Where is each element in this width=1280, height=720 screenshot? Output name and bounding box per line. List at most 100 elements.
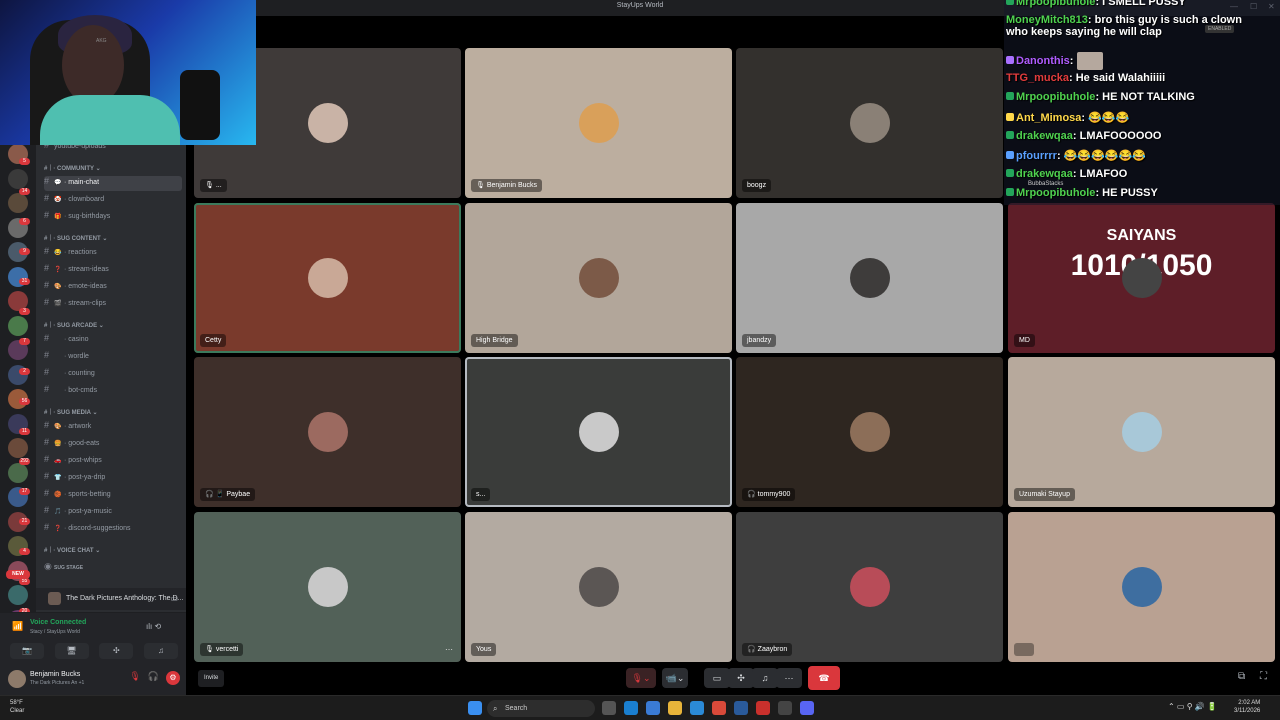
gear-icon[interactable]: ⚙ [166,671,180,685]
channel-item[interactable]: # 🎨 · artwork [44,420,182,435]
server-mention-badge: 9 [19,248,30,255]
soundboard-toggle-button[interactable]: ♫ [752,668,778,688]
channel-item[interactable]: # ❓ · discord-suggestions [44,522,182,537]
server-icon[interactable] [8,438,28,458]
discord-icon[interactable] [800,701,814,715]
hash-icon: # [44,505,50,515]
category-header[interactable]: #｜· SUG ARCADE ⌄ [44,320,104,329]
mute-toggle-button[interactable]: 🎙⌄ [626,668,656,688]
channel-item[interactable]: # · casino [44,333,182,348]
channel-item[interactable]: # 😂 · reactions [44,246,182,261]
participant-tile[interactable]: 🎙 vercetti ⋯ [194,512,461,662]
clock[interactable]: 2:02 AM 3/11/2026 [1234,699,1260,715]
activities-button[interactable]: ✣ [99,643,134,659]
edge-icon[interactable] [624,701,638,715]
server-icon[interactable] [8,585,28,605]
participant-tile[interactable]: Yous [465,512,732,662]
stage-channel[interactable]: ◉ SUG STAGE [44,561,182,576]
start-icon[interactable] [468,701,482,715]
participant-tile[interactable]: 🎙 Benjamin Bucks [465,48,732,198]
voice-connection-panel: 📶 Voice Connected Stacy / StayUps World … [0,612,186,664]
stream-chat-overlay: Mrpoopibuhole: I SMELL PUSSY MoneyMitch81… [1004,0,1280,205]
channel-item[interactable]: # 🍔 · good-eats [44,437,182,452]
camera-button[interactable]: 📷 [10,643,44,659]
avatar [1121,258,1162,298]
chrome-icon[interactable] [712,701,726,715]
activity-status[interactable]: The Dark Pictures Anthology: The D... ▭ [36,588,186,610]
taskbar-search[interactable]: ⌕ Search [487,700,595,717]
voice-channel[interactable]: Stacy / StayUps World [30,629,80,635]
channel-item[interactable]: # 🎨 · emote-ideas [44,280,182,295]
chat-message: Mrpoopibuhole: HE NOT TALKING [1006,91,1195,103]
activities-toggle-button[interactable]: ✣ [728,668,754,688]
avatar [849,567,890,607]
game-icon [48,592,61,605]
obs-icon[interactable] [778,701,792,715]
channel-item[interactable]: # 🏀 · sports-betting [44,488,182,503]
server-icon[interactable] [8,315,28,336]
app-icon[interactable] [646,701,660,715]
steam-icon[interactable] [734,701,748,715]
popout-icon[interactable]: ⧉ [1238,671,1245,682]
channel-item[interactable]: # · bot-cmds [44,384,182,399]
avatar[interactable] [8,670,26,688]
participant-tile[interactable]: 🎧 tommy900 [736,357,1003,507]
task-view-icon[interactable] [602,701,616,715]
invite-button[interactable]: Invite [198,670,225,687]
hash-icon: # [44,246,50,256]
weather-widget[interactable]: 58°F Clear [10,699,24,715]
mute-icon[interactable]: 🎙 [129,671,140,685]
app-red-icon[interactable] [756,701,770,715]
fullscreen-icon[interactable]: ⛶ [1260,671,1267,682]
category-header[interactable]: #｜· SUG MEDIA ⌄ [44,407,98,416]
participant-tile[interactable]: High Bridge [465,203,732,353]
avatar [578,567,619,607]
participant-tile[interactable]: boogz [736,48,1003,198]
screen-share-button[interactable]: 🖥 [54,643,89,659]
channel-item[interactable]: # 🤡 · clownboard [44,193,182,208]
avatar [307,567,348,607]
more-options-icon[interactable]: ⋯ [445,645,453,654]
avatar [307,103,348,143]
voice-status[interactable]: Voice Connected [30,619,86,626]
camera-toggle-button[interactable]: 📹⌄ [662,668,688,688]
participant-tile[interactable]: SAIYANS1010/1050MD [1008,203,1275,353]
system-tray[interactable]: ⌃ ▭ ⚲ 🔊 🔋 [1168,702,1217,711]
server-icon[interactable] [8,168,28,189]
headphones-icon[interactable]: 🎧 [148,671,159,685]
participant-tile[interactable]: Uzumaki Stayup [1008,357,1275,507]
screen-share-toggle-button[interactable]: ▭ [704,668,730,688]
noise-suppression-icon[interactable]: ılı ⟲ [146,622,161,631]
file-explorer-icon[interactable] [668,701,682,715]
channel-item[interactable]: # 🎬 · stream-clips [44,297,182,312]
participant-tile[interactable]: s... [465,357,732,507]
participant-tile[interactable] [1008,512,1275,662]
category-header[interactable]: #｜· VOICE CHAT ⌄ [44,545,100,554]
avatar [1121,412,1162,452]
soundboard-button[interactable]: ♫ [143,643,178,659]
store-icon[interactable] [690,701,704,715]
more-options-button[interactable]: ⋯ [776,668,802,688]
leave-call-button[interactable]: ☎ [808,666,840,690]
participant-tile[interactable]: 🎧 Zaaybron [736,512,1003,662]
participant-tile[interactable]: 🎧 📱 Paybae [194,357,461,507]
channel-item[interactable]: # · wordle [44,350,182,365]
channel-item[interactable]: # 🎁 · sug-birthdays [44,210,182,225]
status-icon: 🎙 [205,646,214,653]
channel-item[interactable]: # 💬 · main-chat [44,176,182,191]
channel-item[interactable]: # 🎵 · post-ya-music [44,505,182,520]
participant-tile[interactable]: jbandzy [736,203,1003,353]
user-panel: Benjamin Bucks The Dark Pictures An +1 🎙… [0,664,186,695]
user-name[interactable]: Benjamin Bucks [30,671,80,678]
category-header[interactable]: #｜· COMMUNITY ⌄ [44,163,101,172]
participant-tile[interactable]: Cetty [194,203,461,353]
category-header[interactable]: #｜· SUG CONTENT ⌄ [44,233,107,242]
chat-message: Danonthis: [1006,52,1103,70]
channel-item[interactable]: # ❓ · stream-ideas [44,263,182,278]
server-icon[interactable] [8,462,28,483]
channel-item[interactable]: # 🚗 · post-whips [44,454,182,469]
server-icon[interactable] [8,193,28,213]
channel-item[interactable]: # 👕 · post-ya-drip [44,471,182,486]
channel-item[interactable]: # · counting [44,367,182,382]
participant-name: Uzumaki Stayup [1014,488,1075,501]
